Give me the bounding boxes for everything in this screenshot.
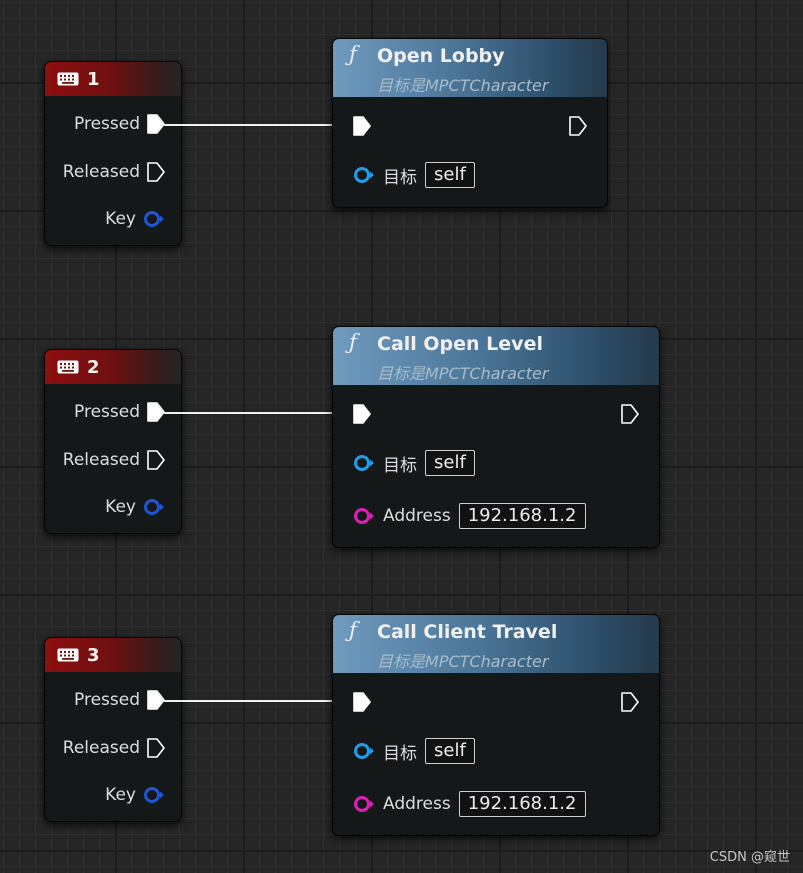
key-label: Key: [105, 209, 136, 229]
watermark: CSDN @窥世: [709, 850, 790, 865]
pressed-pin[interactable]: Pressed: [74, 402, 165, 422]
target-value-field[interactable]: self: [425, 162, 475, 188]
address-value-field[interactable]: 192.168.1.2: [458, 791, 586, 817]
pressed-label: Pressed: [74, 114, 140, 134]
pressed-pin[interactable]: Pressed: [74, 114, 165, 134]
call-client-travel-node[interactable]: ƒ Call Client Travel 目标是MPCTCharacter 目标…: [332, 614, 660, 836]
key-2-event-title: 2: [87, 356, 100, 378]
object-pin-icon[interactable]: [353, 454, 375, 472]
exec-pin-icon[interactable]: [147, 738, 165, 758]
string-pin-icon[interactable]: [353, 795, 375, 813]
call-open-level-node[interactable]: ƒ Call Open Level 目标是MPCTCharacter 目标 se…: [332, 326, 660, 548]
keyboard-icon: [57, 360, 79, 374]
open-lobby-header: ƒ Open Lobby 目标是MPCTCharacter: [333, 39, 607, 97]
call-open-level-header: ƒ Call Open Level 目标是MPCTCharacter: [333, 327, 659, 385]
call-client-travel-subtitle: 目标是MPCTCharacter: [377, 652, 549, 671]
key-label: Key: [105, 497, 136, 517]
exec-in-pin-icon[interactable]: [353, 404, 371, 424]
address-label: Address: [383, 794, 451, 814]
exec-out-pin-icon[interactable]: [621, 692, 639, 712]
exec-in-pin-icon[interactable]: [353, 692, 371, 712]
exec-out-pin-icon[interactable]: [621, 404, 639, 424]
key-label: Key: [105, 785, 136, 805]
keyboard-icon: [57, 72, 79, 86]
released-label: Released: [62, 450, 140, 470]
key-2-event-header: 2: [45, 350, 181, 384]
pressed-pin[interactable]: Pressed: [74, 690, 165, 710]
function-icon: ƒ: [349, 42, 357, 66]
function-icon: ƒ: [349, 330, 357, 354]
data-pin-icon[interactable]: [143, 210, 165, 228]
open-lobby-node[interactable]: ƒ Open Lobby 目标是MPCTCharacter 目标 self: [332, 38, 608, 208]
data-pin-icon[interactable]: [143, 786, 165, 804]
target-label: 目标: [383, 455, 417, 476]
target-value-field[interactable]: self: [425, 738, 475, 764]
function-icon: ƒ: [349, 618, 357, 642]
key-3-event-title: 3: [87, 644, 100, 666]
key-1-event-node[interactable]: 1 Pressed Released Key: [44, 61, 182, 246]
target-value-field[interactable]: self: [425, 450, 475, 476]
pressed-label: Pressed: [74, 690, 140, 710]
data-pin-icon[interactable]: [143, 498, 165, 516]
exec-wire[interactable]: [160, 412, 352, 414]
released-pin[interactable]: Released: [63, 738, 165, 758]
call-open-level-subtitle: 目标是MPCTCharacter: [377, 364, 549, 383]
address-label: Address: [383, 506, 451, 526]
object-pin-icon[interactable]: [353, 166, 375, 184]
keyboard-icon: [57, 648, 79, 662]
address-value-field[interactable]: 192.168.1.2: [458, 503, 586, 529]
exec-pin-icon[interactable]: [147, 162, 165, 182]
open-lobby-subtitle: 目标是MPCTCharacter: [377, 76, 549, 95]
object-pin-icon[interactable]: [353, 742, 375, 760]
address-pin-row[interactable]: Address 192.168.1.2: [353, 791, 586, 817]
key-3-event-node[interactable]: 3 Pressed Released Key: [44, 637, 182, 822]
key-2-event-node[interactable]: 2 Pressed Released Key: [44, 349, 182, 534]
key-1-event-header: 1: [45, 62, 181, 96]
released-label: Released: [62, 738, 140, 758]
target-pin-row[interactable]: 目标 self: [353, 450, 475, 476]
exec-wire[interactable]: [160, 700, 352, 702]
exec-in-pin-icon[interactable]: [353, 116, 371, 136]
open-lobby-title: Open Lobby: [377, 45, 505, 67]
string-pin-icon[interactable]: [353, 507, 375, 525]
key-1-event-title: 1: [87, 68, 100, 90]
key-pin[interactable]: Key: [105, 785, 165, 805]
call-client-travel-title: Call Client Travel: [377, 621, 558, 643]
target-pin-row[interactable]: 目标 self: [353, 162, 475, 188]
key-3-event-header: 3: [45, 638, 181, 672]
exec-out-pin-icon[interactable]: [569, 116, 587, 136]
released-pin[interactable]: Released: [63, 162, 165, 182]
target-label: 目标: [383, 743, 417, 764]
call-open-level-title: Call Open Level: [377, 333, 543, 355]
target-pin-row[interactable]: 目标 self: [353, 738, 475, 764]
released-pin[interactable]: Released: [63, 450, 165, 470]
target-label: 目标: [383, 167, 417, 188]
exec-wire[interactable]: [160, 124, 352, 126]
key-pin[interactable]: Key: [105, 209, 165, 229]
pressed-label: Pressed: [74, 402, 140, 422]
exec-pin-icon[interactable]: [147, 450, 165, 470]
key-pin[interactable]: Key: [105, 497, 165, 517]
released-label: Released: [62, 162, 140, 182]
address-pin-row[interactable]: Address 192.168.1.2: [353, 503, 586, 529]
call-client-travel-header: ƒ Call Client Travel 目标是MPCTCharacter: [333, 615, 659, 673]
